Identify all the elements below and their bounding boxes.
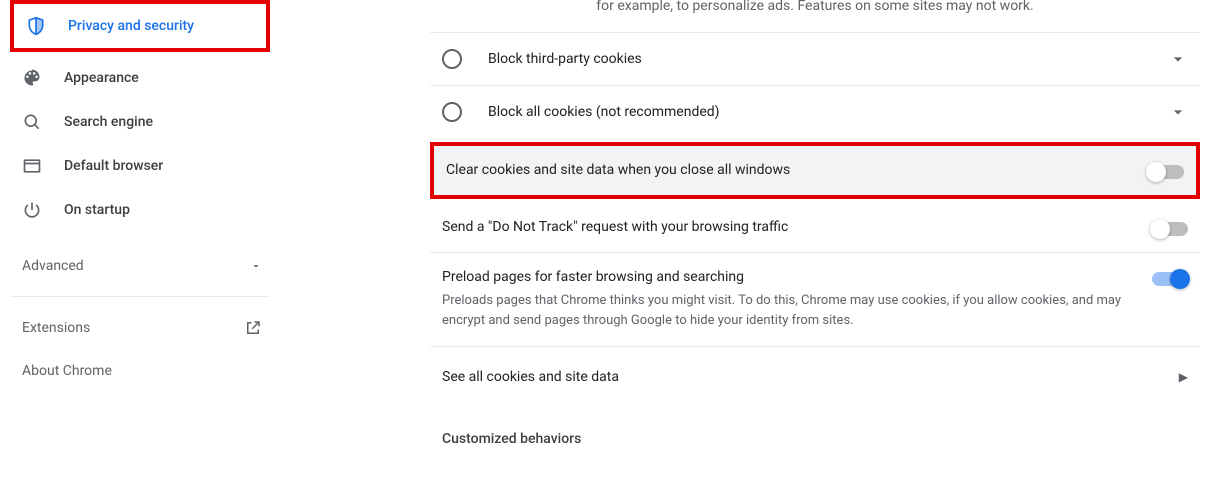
advanced-label: Advanced [22,258,84,274]
browser-icon [22,156,50,176]
sidebar-item-default-browser[interactable]: Default browser [10,144,270,188]
toggle-switch[interactable] [1152,222,1188,236]
radio-icon [442,102,462,122]
toggle-clear-cookies-on-close[interactable]: Clear cookies and site data when you clo… [434,146,1196,195]
see-all-cookies-link[interactable]: See all cookies and site data ▶ [430,346,1200,407]
sidebar-item-on-startup[interactable]: On startup [10,188,270,232]
sidebar-item-appearance[interactable]: Appearance [10,56,270,100]
section-customized-behaviors: Customized behaviors [430,407,1200,451]
radio-block-third-party[interactable]: Block third-party cookies [430,33,1200,85]
sidebar-item-label: Privacy and security [68,18,194,34]
sidebar-item-label: Default browser [64,158,163,174]
about-label: About Chrome [22,363,112,379]
power-icon [22,200,50,220]
chevron-down-icon [250,260,262,272]
radio-label: Block third-party cookies [488,51,642,67]
toggle-label: Preload pages for faster browsing and se… [442,269,1132,285]
settings-main: for example, to personalize ads. Feature… [280,0,1205,504]
toggle-switch[interactable] [1152,272,1188,286]
search-icon [22,112,50,132]
radio-icon [442,49,462,69]
shield-icon [26,16,54,36]
highlight-clear-cookies: Clear cookies and site data when you clo… [430,142,1200,199]
sidebar-item-privacy-security[interactable]: Privacy and security [14,4,266,48]
separator [10,296,270,297]
chevron-down-icon[interactable] [1168,49,1188,69]
external-link-icon [244,319,262,337]
link-label: See all cookies and site data [442,369,619,385]
settings-sidebar: Privacy and security Appearance Search e… [0,0,280,504]
cookie-options-card: Block third-party cookies Block all cook… [430,32,1200,138]
toggle-sublabel: Preloads pages that Chrome thinks you mi… [442,291,1132,330]
toggle-preload-pages[interactable]: Preload pages for faster browsing and se… [430,252,1200,346]
extensions-label: Extensions [22,320,90,336]
sidebar-item-label: On startup [64,202,130,218]
toggle-label: Send a "Do Not Track" request with your … [442,219,1132,235]
sidebar-about-chrome[interactable]: About Chrome [10,347,270,389]
toggle-switch[interactable] [1148,165,1184,179]
sidebar-item-label: Search engine [64,114,153,130]
radio-block-all-cookies[interactable]: Block all cookies (not recommended) [430,85,1200,138]
highlight-privacy: Privacy and security [10,0,270,52]
sidebar-advanced[interactable]: Advanced [10,248,270,284]
toggle-do-not-track[interactable]: Send a "Do Not Track" request with your … [430,203,1200,252]
truncated-description: for example, to personalize ads. Feature… [430,0,1200,14]
toggle-label: Clear cookies and site data when you clo… [446,162,1128,178]
palette-icon [22,68,50,88]
sidebar-extensions[interactable]: Extensions [10,309,270,347]
sidebar-item-search-engine[interactable]: Search engine [10,100,270,144]
radio-label: Block all cookies (not recommended) [488,104,720,120]
chevron-down-icon[interactable] [1168,102,1188,122]
sidebar-item-label: Appearance [64,70,139,86]
chevron-right-icon: ▶ [1179,370,1188,384]
